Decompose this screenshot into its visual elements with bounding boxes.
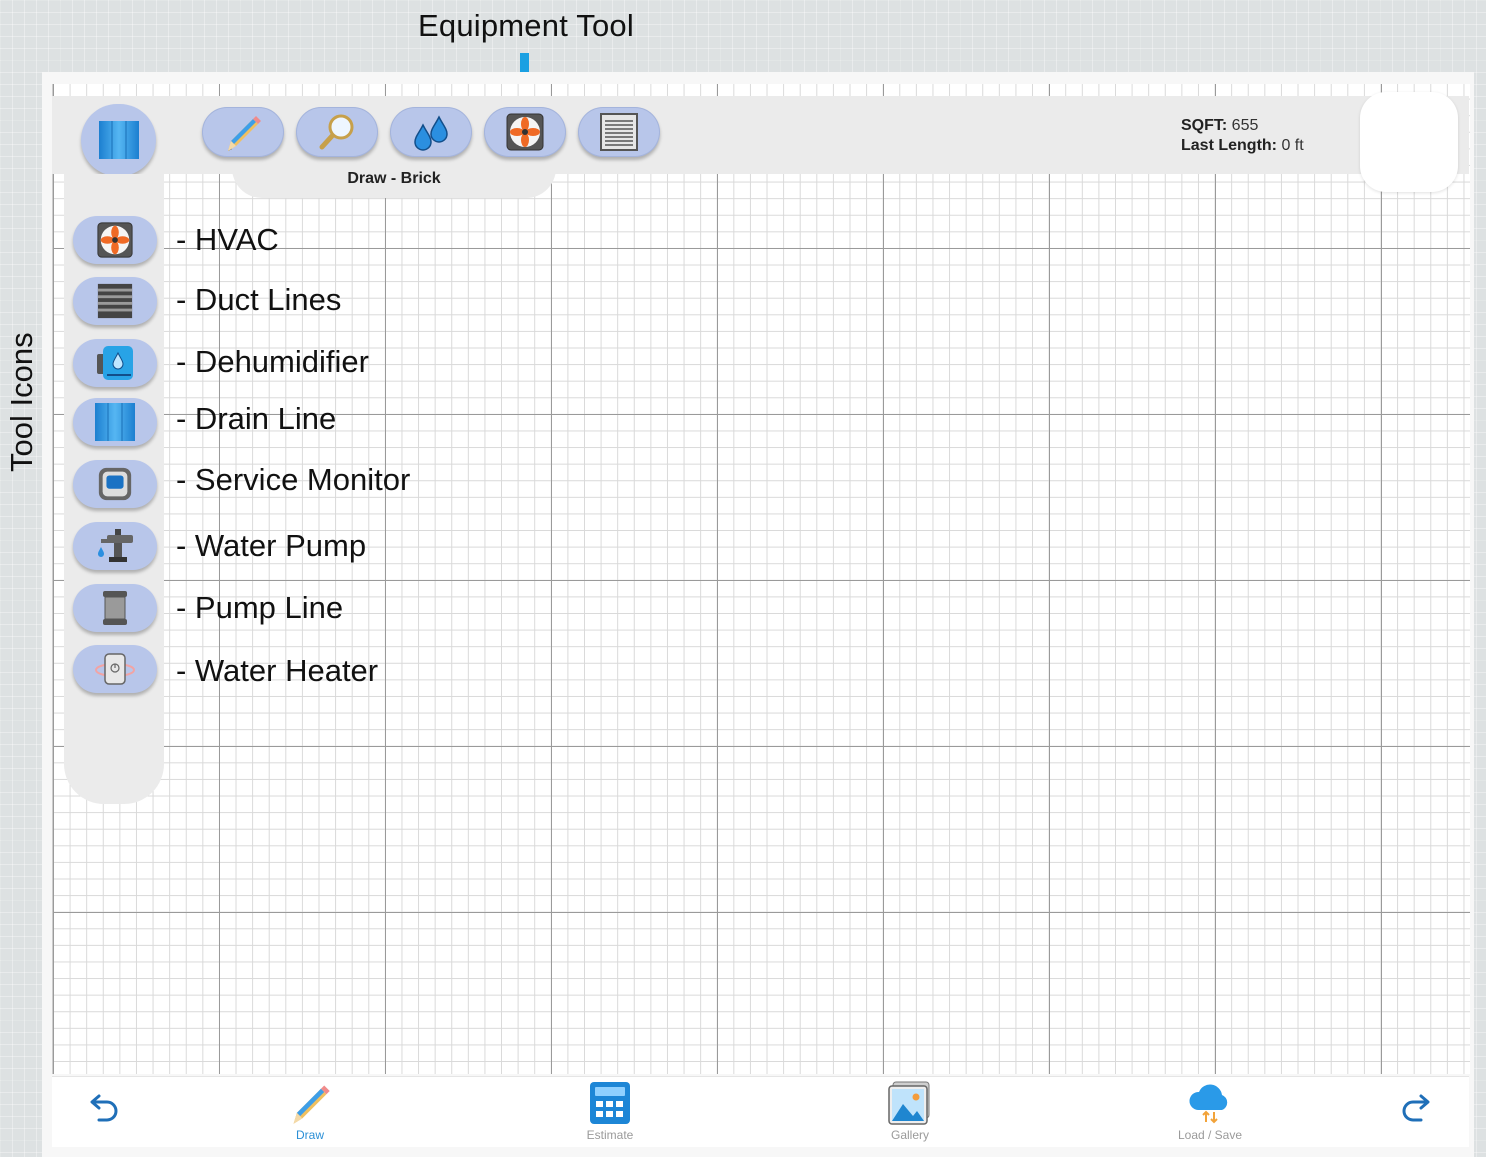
legend-drain-line: - Drain Line <box>176 401 337 436</box>
legend-water-pump: - Water Pump <box>176 528 367 563</box>
legend-duct-lines: - Duct Lines <box>176 282 342 317</box>
search-button[interactable] <box>296 107 378 157</box>
drain-line-icon <box>95 403 135 441</box>
drain-line-tool-button[interactable] <box>73 398 157 446</box>
duct-vent-icon <box>600 113 638 151</box>
callout-equipment-tool: Equipment Tool <box>418 8 634 43</box>
water-drops-icon <box>414 115 448 151</box>
nav-estimate[interactable]: Estimate <box>565 1080 655 1142</box>
nav-gallery-label: Gallery <box>890 1128 929 1142</box>
pencil-button[interactable] <box>202 107 284 157</box>
pencil-icon <box>228 116 261 151</box>
magnifier-icon <box>319 114 354 150</box>
redo-icon <box>1402 1094 1430 1122</box>
service-monitor-tool-button[interactable] <box>73 460 157 508</box>
calculator-icon <box>590 1082 630 1124</box>
drain-line-icon <box>98 121 139 159</box>
dehumidifier-icon <box>97 346 133 380</box>
legend-hvac: - HVAC <box>176 222 279 257</box>
pump-line-tool-button[interactable] <box>73 584 157 632</box>
duct-button[interactable] <box>578 107 660 157</box>
nav-estimate-label: Estimate <box>586 1128 634 1142</box>
nav-load-save-label: Load / Save <box>1177 1128 1243 1142</box>
callout-tool-icons: Tool Icons <box>4 332 39 472</box>
hvac-tool-button[interactable] <box>73 216 157 264</box>
water-pump-icon <box>98 529 133 562</box>
gallery-icon <box>888 1081 930 1125</box>
legend-dehumidifier: - Dehumidifier <box>176 344 369 379</box>
pump-line-icon <box>103 591 127 625</box>
hvac-fan-icon <box>506 113 544 151</box>
water-heater-tool-button[interactable] <box>73 645 157 693</box>
nav-draw-label: Draw <box>295 1128 324 1142</box>
nav-load-save[interactable]: Load / Save <box>1165 1080 1255 1142</box>
duct-lines-icon <box>97 283 133 319</box>
nav-gallery[interactable]: Gallery <box>865 1080 955 1142</box>
legend-service-monitor: - Service Monitor <box>176 462 411 497</box>
preview-card[interactable] <box>1360 92 1458 192</box>
dehumidifier-tool-button[interactable] <box>73 339 157 387</box>
water-heater-icon <box>95 653 135 685</box>
measurement-stats: SQFT: 655 Last Length: 0 ft <box>1181 116 1304 156</box>
draw-mode-label: Draw - Brick <box>347 170 441 187</box>
sqft-value: 655 <box>1231 117 1259 134</box>
service-monitor-icon <box>98 467 132 501</box>
equipment-tool-button[interactable] <box>484 107 566 157</box>
cloud-sync-icon <box>1189 1084 1228 1124</box>
sqft-label: SQFT: <box>1181 117 1228 134</box>
legend-water-heater: - Water Heater <box>176 653 379 688</box>
duct-lines-tool-button[interactable] <box>73 277 157 325</box>
nav-draw[interactable]: Draw <box>265 1080 355 1142</box>
pencil-icon <box>293 1085 330 1124</box>
water-button[interactable] <box>390 107 472 157</box>
water-pump-tool-button[interactable] <box>73 522 157 570</box>
undo-button[interactable] <box>60 1090 150 1126</box>
last-length-label: Last Length: <box>1181 137 1277 154</box>
undo-icon <box>90 1094 118 1122</box>
last-length-value: 0 ft <box>1281 137 1304 154</box>
hvac-fan-icon <box>97 222 133 258</box>
current-tool-button[interactable] <box>81 104 156 176</box>
legend-pump-line: - Pump Line <box>176 590 344 625</box>
redo-button[interactable] <box>1370 1090 1460 1126</box>
